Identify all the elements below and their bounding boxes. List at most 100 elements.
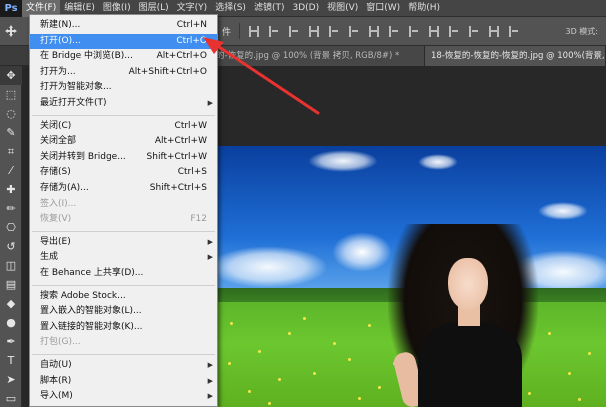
menu-item-6[interactable]: 滤镜(T) [250,0,289,17]
flower [333,342,336,345]
document-tab-2[interactable]: 18-恢复的-恢复的-恢复的.jpg @ 100%(背景, RGB/8#) [425,46,606,66]
submenu-arrow-icon: ▶ [207,392,213,401]
file-menu-item-label: 导入(M) [40,391,73,402]
align-buttons [244,25,524,37]
file-menu-item-label: 导出(E) [40,236,71,247]
shape-tool-icon[interactable]: ▭ [0,389,22,407]
file-menu-item-shortcut: Alt+Shift+Ctrl+O [128,66,207,77]
flower [358,397,361,400]
file-menu-item-label: 置入链接的智能对象(K)... [40,321,143,332]
flower [568,372,571,375]
file-menu-item-label: 打开为... [40,66,76,77]
file-menu-item-8[interactable]: 关闭并转到 Bridge... Shift+Ctrl+W [30,150,217,165]
menu-item-7[interactable]: 3D(D) [288,0,323,17]
file-menu-item-label: 恢复(V) [40,214,72,225]
file-menu-item-6[interactable]: 关闭(C) Ctrl+W [30,119,217,134]
align-icon[interactable] [249,25,260,37]
pen-tool-icon[interactable]: ✒ [0,332,22,351]
file-menu-item-22[interactable]: 导入(M) ▶ [30,389,217,404]
file-menu-item-9[interactable]: 存储(S) Ctrl+S [30,165,217,180]
align-icon[interactable] [329,25,340,37]
healing-brush-tool-icon[interactable]: ✚ [0,180,22,199]
align-icon[interactable] [369,25,380,37]
document-tab-1[interactable]: 的-恢复的.jpg @ 100% (背景 拷贝, RGB/8#) * [210,46,425,66]
quick-select-tool-icon[interactable]: ✎ [0,123,22,142]
file-menu-item-1[interactable]: 打开(O)... Ctrl+O [30,33,217,49]
align-icon[interactable] [489,25,500,37]
file-menu-item-label: 搜索 Adobe Stock... [40,290,126,301]
align-icon[interactable] [449,25,460,37]
gradient-tool-icon[interactable]: ▤ [0,275,22,294]
file-menu-item-label: 存储(S) [40,167,71,178]
3d-mode-label: 3D 模式: [565,27,599,36]
options-separator [239,23,241,39]
file-menu-item-0[interactable]: 新建(N)... Ctrl+N [30,18,217,33]
file-menu-item-3[interactable]: 打开为... Alt+Shift+Ctrl+O [30,65,217,80]
cloud [418,154,458,170]
align-icon[interactable] [309,25,320,37]
move-tool-preset-icon[interactable] [0,17,22,46]
eraser-tool-icon[interactable]: ◫ [0,256,22,275]
menu-separator [32,230,215,232]
dodge-tool-icon[interactable]: ● [0,313,22,332]
clone-stamp-tool-icon[interactable]: ⎔ [0,218,22,237]
file-menu-item-10[interactable]: 存储为(A)... Shift+Ctrl+S [30,181,217,196]
file-menu-item-13[interactable]: 导出(E) ▶ [30,235,217,250]
file-menu-item-17[interactable]: 置入嵌入的智能对象(L)... [30,304,217,319]
file-menu-item-16[interactable]: 搜索 Adobe Stock... [30,289,217,304]
type-tool-icon[interactable]: T [0,351,22,370]
file-menu-item-label: 存储为(A)... [40,183,89,193]
file-menu-item-18[interactable]: 置入链接的智能对象(K)... [30,320,217,335]
align-icon[interactable] [429,25,440,37]
file-menu-item-2[interactable]: 在 Bridge 中浏览(B)... Alt+Ctrl+O [30,49,217,64]
blur-tool-icon[interactable]: ◆ [0,294,22,313]
menu-item-10[interactable]: 帮助(H) [404,0,444,17]
eyedropper-tool-icon[interactable]: ⁄ [0,161,22,180]
menu-item-9[interactable]: 窗口(W) [362,0,404,17]
file-menu-item-21[interactable]: 脚本(R) ▶ [30,374,217,389]
file-menu-item-label: 最近打开文件(T) [40,98,107,108]
submenu-arrow-icon: ▶ [207,237,213,246]
flower [230,322,233,325]
submenu-arrow-icon: ▶ [207,253,213,262]
file-menu-item-label: 在 Bridge 中浏览(B)... [40,51,133,62]
move-tool-icon[interactable]: ✥ [0,66,22,85]
file-menu-item-shortcut: Alt+Ctrl+O [156,51,207,62]
menu-separator [32,354,215,355]
crop-tool-icon[interactable]: ⌗ [0,142,22,161]
menu-item-8[interactable]: 视图(V) [323,0,362,17]
flower [248,390,251,393]
file-menu-item-label: 生成 [40,252,59,263]
file-menu-item-14[interactable]: 生成 ▶ [30,250,217,265]
flower [303,317,306,320]
brush-tool-icon[interactable]: ✏ [0,199,22,218]
align-icon[interactable] [509,25,520,37]
align-icon[interactable] [469,25,480,37]
path-select-tool-icon[interactable]: ➤ [0,370,22,389]
file-menu-item-11: 签入(I)... [30,197,217,212]
file-menu-item-4[interactable]: 打开为智能对象... [30,80,217,95]
flower [588,352,591,355]
flower [348,358,351,361]
file-menu-item-shortcut: Ctrl+W [174,120,207,131]
file-menu-item-20[interactable]: 自动(U) ▶ [30,358,217,373]
flower [268,402,271,405]
flower [378,386,381,389]
file-menu-item-15[interactable]: 在 Behance 上共享(D)... [30,266,217,281]
flower [288,332,291,335]
file-menu-item-label: 关闭并转到 Bridge... [40,151,126,162]
align-icon[interactable] [349,25,360,37]
align-icon[interactable] [269,25,280,37]
submenu-arrow-icon: ▶ [207,361,213,369]
file-menu-item-5[interactable]: 最近打开文件(T) ▶ [30,96,217,111]
align-icon[interactable] [409,25,420,37]
flower [578,398,581,401]
lasso-tool-icon[interactable]: ◌ [0,104,22,123]
file-menu-dropdown: 新建(N)... Ctrl+N 打开(O)... Ctrl+O 在 Bridge 中浏览… [29,14,218,407]
history-brush-tool-icon[interactable]: ↺ [0,237,22,256]
marquee-tool-icon[interactable]: ⬚ [0,85,22,104]
align-icon[interactable] [389,25,400,37]
align-icon[interactable] [289,25,300,37]
flower [368,324,371,327]
file-menu-item-7[interactable]: 关闭全部 Alt+Ctrl+W [30,134,217,149]
